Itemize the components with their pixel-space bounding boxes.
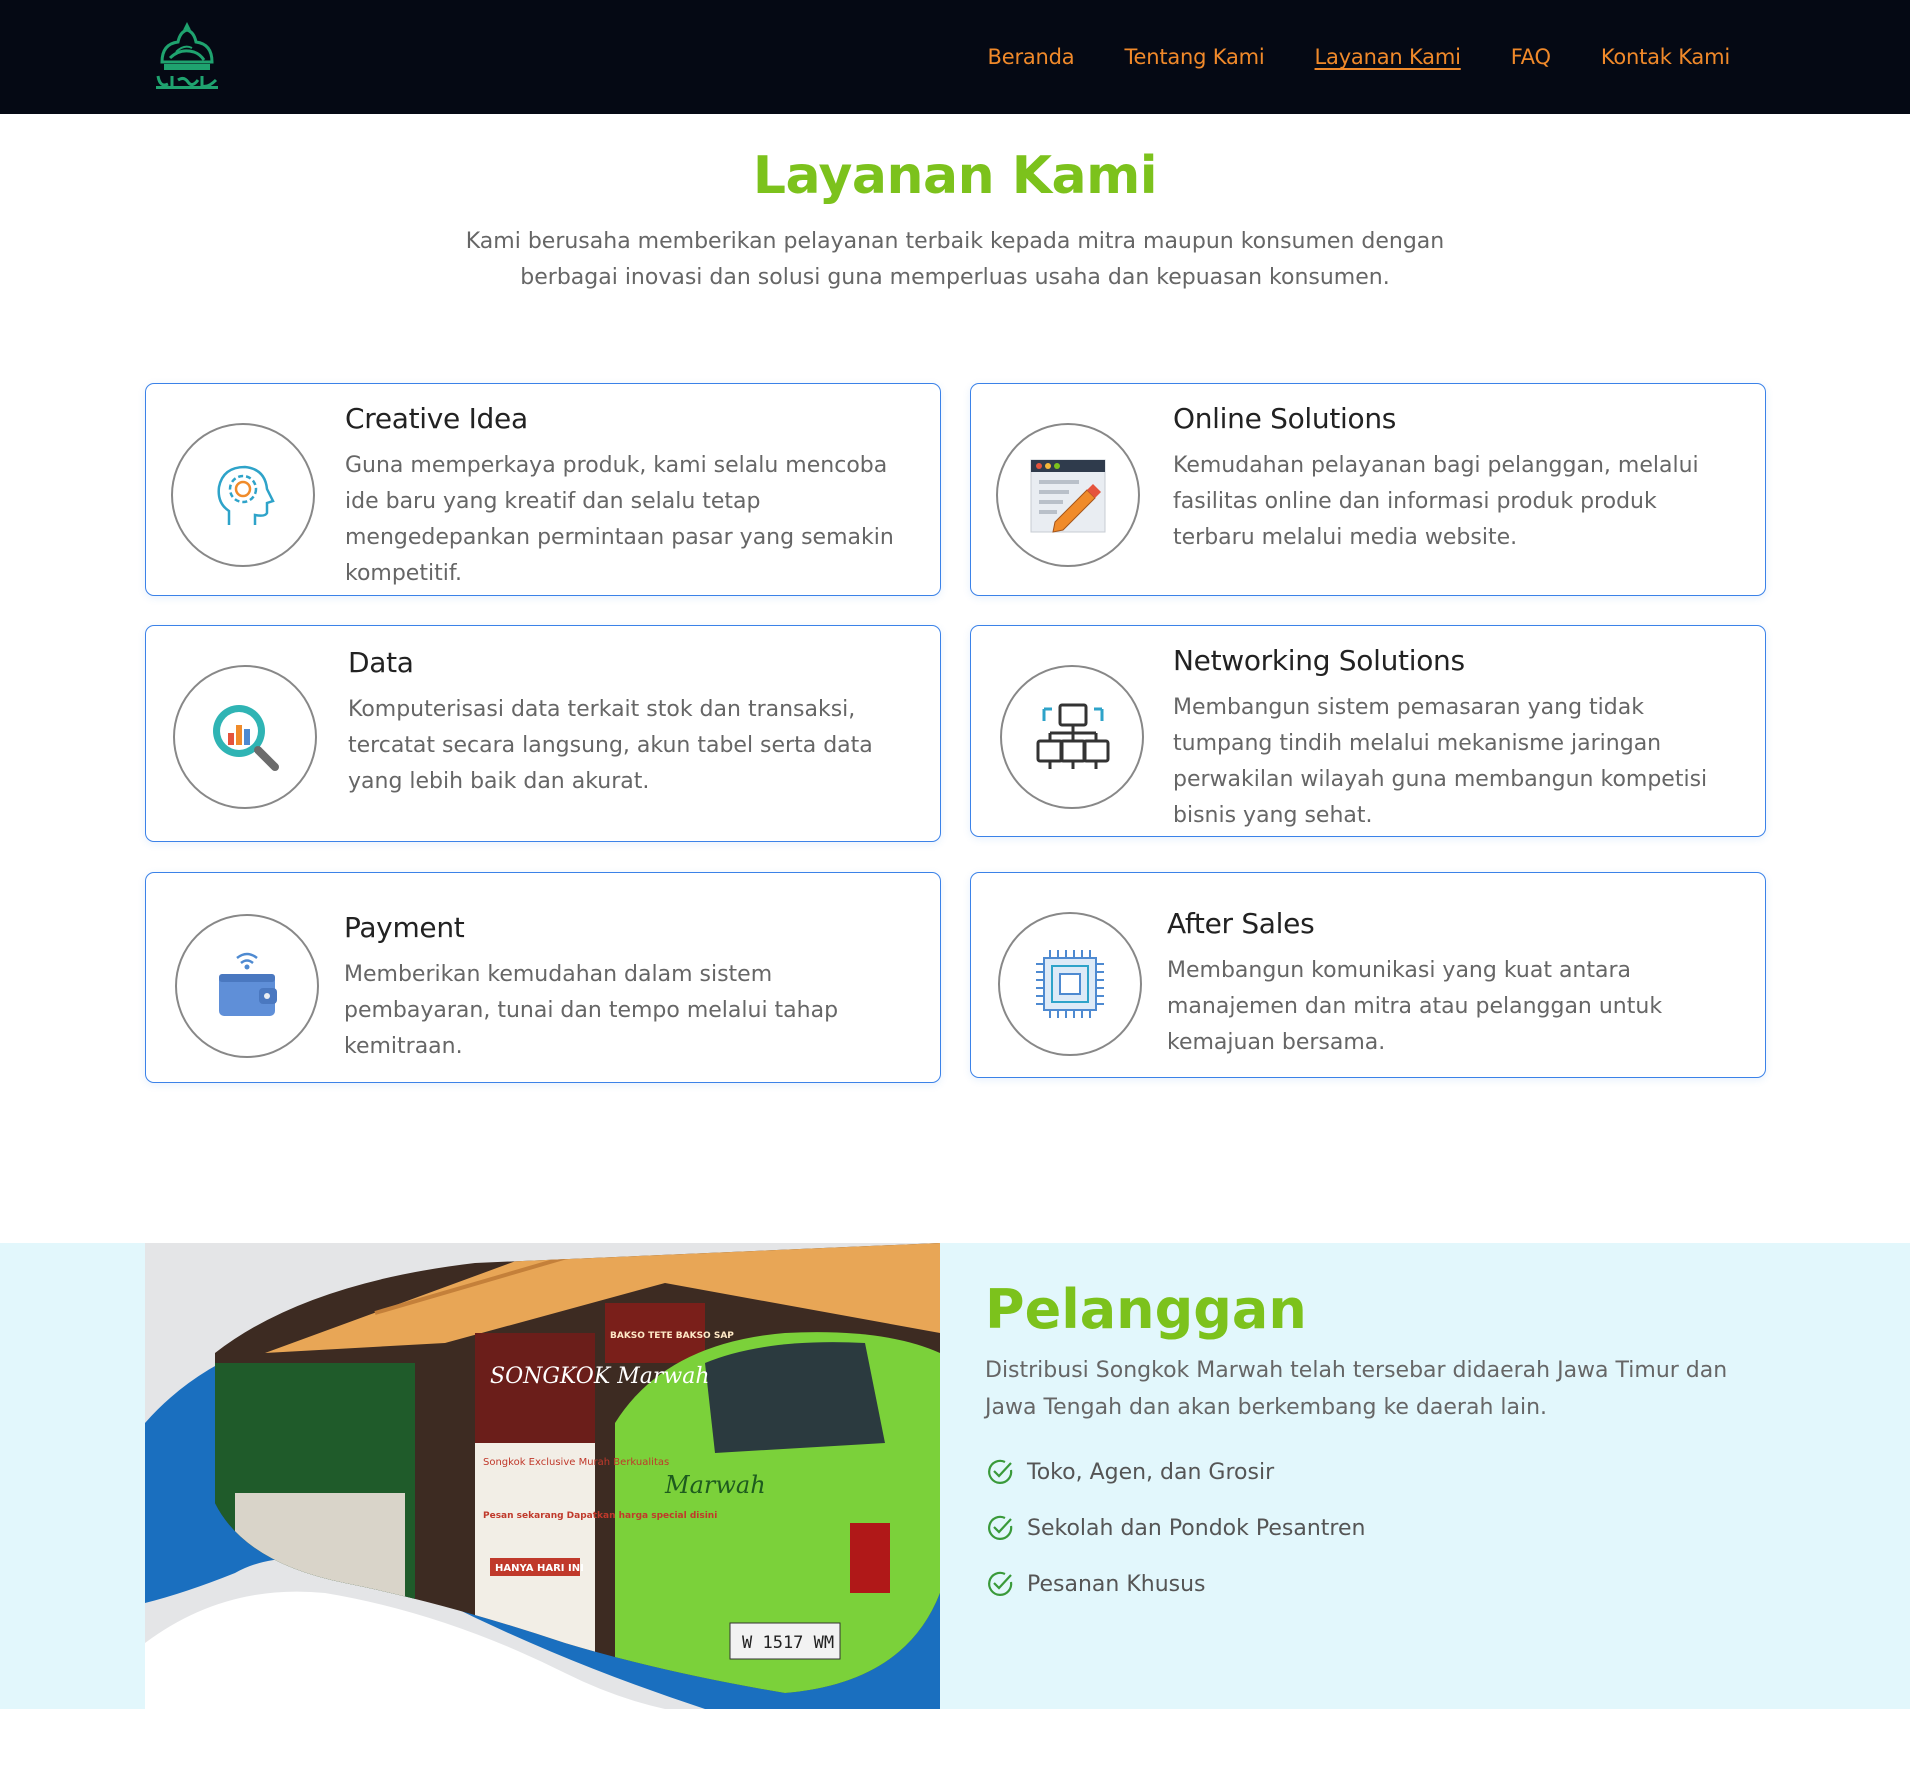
banner-promo-text: Pesan sekarang Dapatkan harga special di… — [483, 1511, 717, 1521]
list-item-label: Sekolah dan Pondok Pesantren — [1027, 1515, 1366, 1541]
card-title: Payment — [344, 911, 465, 944]
car-brand-text: Marwah — [664, 1471, 766, 1499]
list-item: Toko, Agen, dan Grosir — [985, 1444, 1365, 1500]
service-card-creative-idea: Creative Idea Guna memperkaya produk, ka… — [145, 383, 941, 596]
online-browser-icon — [996, 423, 1140, 567]
banner-brand-text: SONGKOK Marwah — [490, 1364, 710, 1389]
list-item: Sekolah dan Pondok Pesantren — [985, 1500, 1365, 1556]
wallet-icon — [175, 914, 319, 1058]
data-magnifier-icon — [173, 665, 317, 809]
nav-tentang-kami[interactable]: Tentang Kami — [1124, 45, 1264, 69]
chip-icon — [998, 912, 1142, 1056]
customers-title: Pelanggan — [985, 1278, 1307, 1341]
service-card-payment: Payment Memberikan kemudahan dalam siste… — [145, 872, 941, 1083]
customer-photo: SONGKOK Marwah Songkok Exclusive Murah B… — [145, 1243, 940, 1709]
creative-head-icon — [171, 423, 315, 567]
check-circle-icon — [988, 1571, 1013, 1596]
check-circle-icon — [988, 1515, 1013, 1540]
card-text: Guna memperkaya produk, kami selalu menc… — [345, 453, 894, 586]
list-item: Pesanan Khusus — [985, 1556, 1365, 1612]
service-card-networking-solutions: Networking Solutions Membangun sistem pe… — [970, 625, 1766, 837]
card-text: Komputerisasi data terkait stok dan tran… — [348, 697, 873, 794]
service-card-online-solutions: Online Solutions Kemudahan pelayanan bag… — [970, 383, 1766, 596]
list-item-label: Toko, Agen, dan Grosir — [1027, 1459, 1275, 1485]
bakso-sign-text: BAKSO TETE BAKSO SAP — [610, 1331, 734, 1341]
card-title: Networking Solutions — [1173, 644, 1465, 677]
card-text: Membangun sistem pemasaran yang tidak tu… — [1173, 695, 1708, 828]
main-nav: Beranda Tentang Kami Layanan Kami FAQ Ko… — [988, 0, 1731, 114]
card-text: Membangun komunikasi yang kuat antara ma… — [1167, 958, 1663, 1055]
site-header: Beranda Tentang Kami Layanan Kami FAQ Ko… — [0, 0, 1910, 114]
check-circle-icon — [988, 1459, 1013, 1484]
banner-sub-text: Songkok Exclusive Murah Berkualitas — [483, 1457, 669, 1468]
logo[interactable] — [150, 18, 224, 92]
banner-badge-text: HANYA HARI INI — [495, 1563, 584, 1574]
network-icon — [1000, 665, 1144, 809]
card-title: Creative Idea — [345, 402, 528, 435]
nav-kontak-kami[interactable]: Kontak Kami — [1601, 45, 1730, 69]
customers-list: Toko, Agen, dan Grosir Sekolah dan Pondo… — [985, 1444, 1365, 1612]
card-title: Data — [348, 646, 414, 679]
card-text: Memberikan kemudahan dalam sistem pembay… — [344, 962, 839, 1059]
nav-beranda[interactable]: Beranda — [988, 45, 1075, 69]
list-item-label: Pesanan Khusus — [1027, 1571, 1206, 1597]
customers-description: Distribusi Songkok Marwah telah tersebar… — [985, 1358, 1728, 1420]
service-card-data: Data Komputerisasi data terkait stok dan… — [145, 625, 941, 842]
nav-faq[interactable]: FAQ — [1511, 45, 1551, 69]
card-text: Kemudahan pelayanan bagi pelanggan, mela… — [1173, 453, 1699, 550]
service-card-after-sales: After Sales Membangun komunikasi yang ku… — [970, 872, 1766, 1078]
services-title: Layanan Kami — [752, 146, 1158, 206]
nav-layanan-kami[interactable]: Layanan Kami — [1315, 45, 1461, 69]
card-title: Online Solutions — [1173, 402, 1397, 435]
card-title: After Sales — [1167, 907, 1315, 940]
services-description: Kami berusaha memberikan pelayanan terba… — [465, 229, 1445, 290]
license-plate-text: W 1517 WM — [742, 1633, 834, 1653]
